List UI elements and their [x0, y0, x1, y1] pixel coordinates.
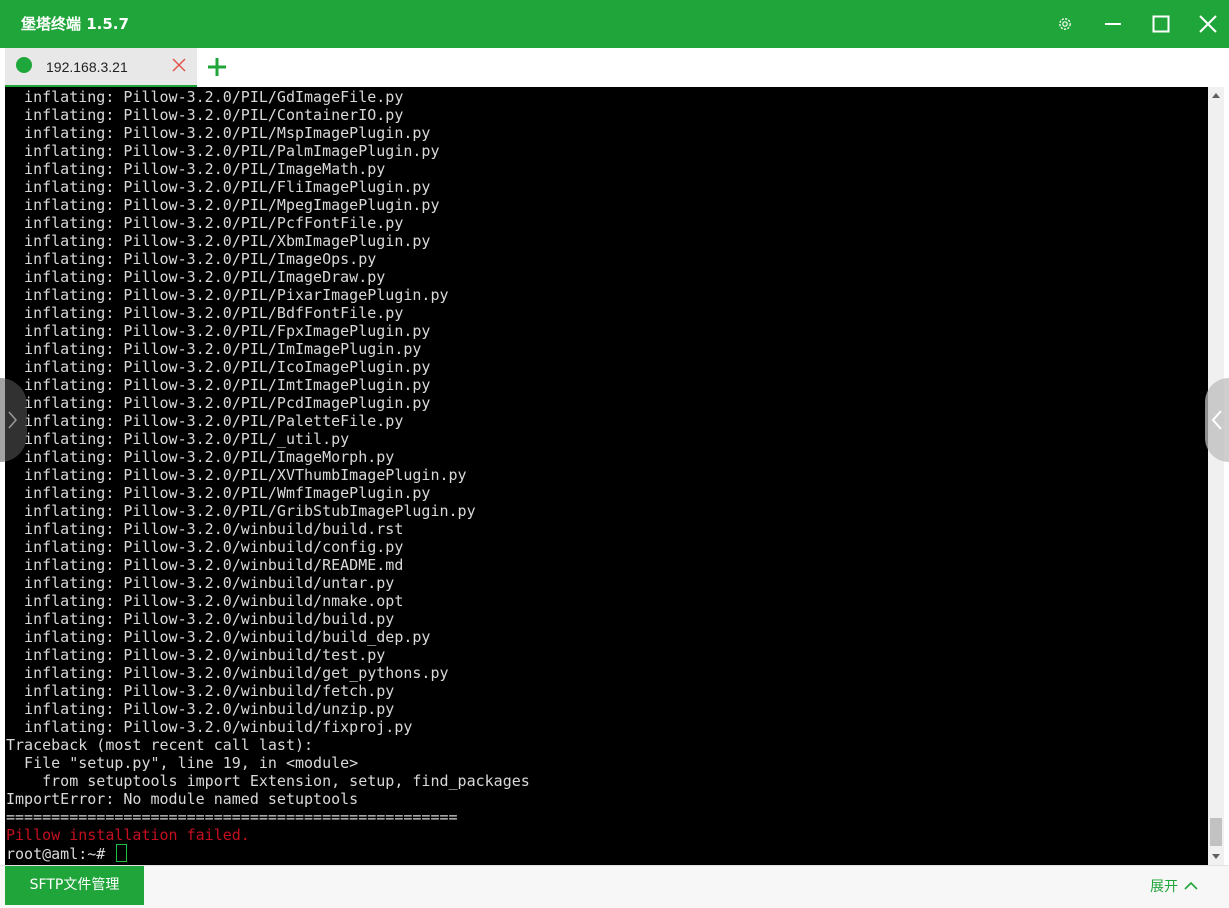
terminal-line: inflating: Pillow-3.2.0/PIL/ImageMath.py [6, 160, 386, 178]
text-cursor [116, 844, 128, 862]
terminal-output[interactable]: inflating: Pillow-3.2.0/PIL/GdImageFile.… [5, 87, 1208, 865]
terminal-error-line: Pillow installation failed. [6, 826, 250, 844]
chevron-left-icon [1211, 410, 1222, 430]
terminal-line: inflating: Pillow-3.2.0/winbuild/build.p… [6, 610, 395, 628]
terminal-line: inflating: Pillow-3.2.0/PIL/PixarImagePl… [6, 286, 449, 304]
terminal-line: inflating: Pillow-3.2.0/PIL/ImtImagePlug… [6, 376, 431, 394]
terminal-line: inflating: Pillow-3.2.0/PIL/BdfFontFile.… [6, 304, 404, 322]
tab-strip: 192.168.3.21 [0, 48, 1229, 87]
scrollbar-thumb[interactable] [1210, 818, 1222, 846]
terminal-lines: inflating: Pillow-3.2.0/PIL/GdImageFile.… [6, 88, 530, 844]
settings-button[interactable] [1042, 0, 1088, 48]
terminal-line: inflating: Pillow-3.2.0/PIL/ImImagePlugi… [6, 340, 422, 358]
terminal-line: ImportError: No module named setuptools [6, 790, 359, 808]
terminal-line: inflating: Pillow-3.2.0/winbuild/fetch.p… [6, 682, 395, 700]
terminal-line: inflating: Pillow-3.2.0/PIL/PcdImagePlug… [6, 394, 431, 412]
title-bar: 堡塔终端 1.5.7 [0, 0, 1229, 48]
terminal-line: inflating: Pillow-3.2.0/PIL/_util.py [6, 430, 350, 448]
tab-label: 192.168.3.21 [46, 59, 128, 75]
terminal-line: inflating: Pillow-3.2.0/PIL/ImageOps.py [6, 250, 377, 268]
app-title: 堡塔终端 1.5.7 [21, 15, 129, 33]
terminal-line: inflating: Pillow-3.2.0/PIL/GdImageFile.… [6, 88, 404, 106]
terminal-line: inflating: Pillow-3.2.0/winbuild/nmake.o… [6, 592, 404, 610]
left-panel-toggle[interactable] [0, 378, 27, 462]
maximize-button[interactable] [1138, 0, 1184, 48]
terminal-line: inflating: Pillow-3.2.0/PIL/WmfImagePlug… [6, 484, 431, 502]
bottom-bar: SFTP文件管理 展开 [0, 865, 1229, 908]
terminal-line: inflating: Pillow-3.2.0/winbuild/unzip.p… [6, 700, 395, 718]
terminal-line: ========================================… [6, 808, 458, 826]
chevron-up-icon [1184, 881, 1198, 890]
terminal-line: from setuptools import Extension, setup,… [6, 772, 530, 790]
sftp-manager-button[interactable]: SFTP文件管理 [5, 866, 144, 905]
terminal-line: inflating: Pillow-3.2.0/PIL/MpegImagePlu… [6, 196, 440, 214]
connection-status-icon [16, 57, 32, 73]
gear-icon [1059, 18, 1071, 30]
close-button[interactable] [1185, 0, 1229, 48]
terminal-prompt[interactable]: root@aml:~# [6, 844, 128, 863]
expand-label: 展开 [1150, 879, 1178, 895]
chevron-right-icon [8, 411, 17, 429]
terminal-line: inflating: Pillow-3.2.0/PIL/IcoImagePlug… [6, 358, 431, 376]
terminal-line: inflating: Pillow-3.2.0/PIL/XVThumbImage… [6, 466, 467, 484]
plus-icon[interactable] [205, 55, 229, 79]
minimize-button[interactable] [1090, 0, 1136, 48]
scroll-up-icon[interactable] [1208, 87, 1224, 104]
close-icon[interactable] [170, 56, 188, 74]
tab-session[interactable]: 192.168.3.21 [5, 48, 197, 87]
terminal-line: inflating: Pillow-3.2.0/PIL/ImageDraw.py [6, 268, 386, 286]
prompt-text: root@aml:~# [6, 845, 106, 863]
terminal-line: inflating: Pillow-3.2.0/PIL/FpxImagePlug… [6, 322, 431, 340]
expand-button[interactable]: 展开 [1150, 875, 1200, 897]
terminal-line: inflating: Pillow-3.2.0/winbuild/test.py [6, 646, 386, 664]
terminal-line: inflating: Pillow-3.2.0/winbuild/build.r… [6, 520, 404, 538]
terminal-line: inflating: Pillow-3.2.0/winbuild/build_d… [6, 628, 431, 646]
close-icon [1199, 15, 1217, 33]
terminal-line: inflating: Pillow-3.2.0/PIL/ContainerIO.… [6, 106, 404, 124]
terminal-line: File "setup.py", line 19, in <module> [6, 754, 359, 772]
terminal-line: inflating: Pillow-3.2.0/PIL/PcfFontFile.… [6, 214, 404, 232]
terminal-scrollbar[interactable] [1208, 87, 1224, 865]
terminal-line: inflating: Pillow-3.2.0/PIL/PalmImagePlu… [6, 142, 440, 160]
scroll-down-icon[interactable] [1208, 848, 1224, 865]
right-panel-toggle[interactable] [1205, 378, 1229, 462]
terminal-line: inflating: Pillow-3.2.0/PIL/FliImagePlug… [6, 178, 431, 196]
terminal-line: Traceback (most recent call last): [6, 736, 314, 754]
terminal-line: inflating: Pillow-3.2.0/PIL/PaletteFile.… [6, 412, 404, 430]
minimize-icon [1105, 23, 1121, 25]
maximize-icon [1152, 15, 1170, 33]
terminal-line: inflating: Pillow-3.2.0/PIL/XbmImagePlug… [6, 232, 431, 250]
terminal-line: inflating: Pillow-3.2.0/winbuild/fixproj… [6, 718, 413, 736]
terminal-line: inflating: Pillow-3.2.0/winbuild/untar.p… [6, 574, 395, 592]
terminal-line: inflating: Pillow-3.2.0/PIL/MspImagePlug… [6, 124, 431, 142]
terminal-line: inflating: Pillow-3.2.0/winbuild/get_pyt… [6, 664, 449, 682]
terminal-line: inflating: Pillow-3.2.0/winbuild/config.… [6, 538, 404, 556]
terminal-line: inflating: Pillow-3.2.0/PIL/GribStubImag… [6, 502, 476, 520]
terminal-line: inflating: Pillow-3.2.0/PIL/ImageMorph.p… [6, 448, 395, 466]
terminal-line: inflating: Pillow-3.2.0/winbuild/README.… [6, 556, 404, 574]
